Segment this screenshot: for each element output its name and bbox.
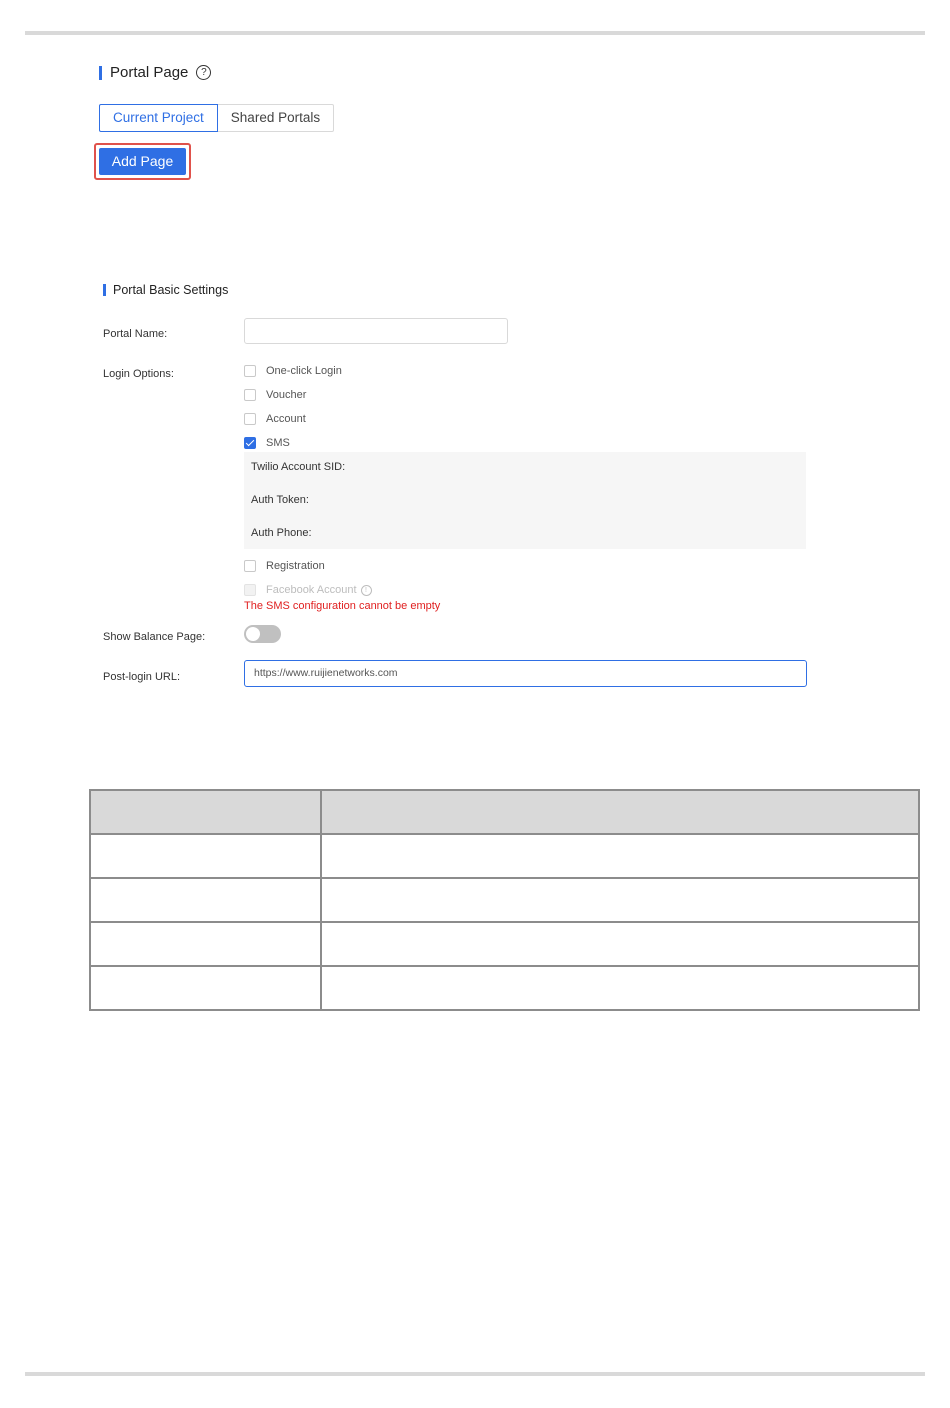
post-login-url-label: Post-login URL: <box>103 671 181 683</box>
portal-basic-settings-heading: Portal Basic Settings <box>103 283 228 297</box>
table-row <box>89 877 920 923</box>
option-registration[interactable]: Registration <box>244 559 325 573</box>
post-login-url-input[interactable]: https://www.ruijienetworks.com <box>244 660 807 687</box>
sms-error-message: The SMS configuration cannot be empty <box>244 600 441 612</box>
toggle-knob <box>246 627 260 641</box>
portal-name-input[interactable] <box>244 318 508 344</box>
table-header-cell <box>320 789 920 835</box>
portal-page-title: Portal Page <box>110 64 189 81</box>
table-cell <box>320 965 920 1011</box>
auth-phone-label: Auth Phone: <box>251 527 312 539</box>
option-label: One-click Login <box>266 365 342 377</box>
option-sms[interactable]: SMS <box>244 436 290 450</box>
account-checkbox[interactable] <box>244 413 256 425</box>
option-label: Voucher <box>266 389 307 401</box>
table-cell <box>89 965 322 1011</box>
heading-accent-bar <box>103 284 106 296</box>
tab-shared-portals[interactable]: Shared Portals <box>217 104 335 132</box>
portal-basic-settings-title: Portal Basic Settings <box>113 283 229 297</box>
heading-accent-bar <box>99 65 102 80</box>
add-page-button[interactable]: Add Page <box>99 148 186 175</box>
option-account[interactable]: Account <box>244 412 306 426</box>
table-header-row <box>89 789 920 835</box>
table-header-cell <box>89 789 322 835</box>
option-one-click-login[interactable]: One-click Login <box>244 364 342 378</box>
option-facebook-account: Facebook Account ! <box>244 583 372 597</box>
facebook-account-checkbox <box>244 584 256 596</box>
show-balance-toggle[interactable] <box>244 625 281 643</box>
portal-page-heading: Portal Page ? <box>99 64 212 81</box>
table-cell <box>89 877 322 923</box>
table-cell <box>320 921 920 967</box>
login-options-label: Login Options: <box>103 368 174 380</box>
table-row <box>89 833 920 879</box>
project-tabs: Current Project Shared Portals <box>99 104 335 132</box>
top-divider <box>25 31 925 35</box>
table-cell <box>89 833 322 879</box>
table-row <box>89 965 920 1011</box>
option-label: Facebook Account <box>266 584 357 596</box>
option-label: Account <box>266 413 306 425</box>
auth-token-label: Auth Token: <box>251 494 309 506</box>
empty-table <box>89 789 920 1011</box>
info-icon[interactable]: ! <box>360 584 372 596</box>
voucher-checkbox[interactable] <box>244 389 256 401</box>
one-click-login-checkbox[interactable] <box>244 365 256 377</box>
table-cell <box>89 921 322 967</box>
sms-config-panel: Twilio Account SID: Auth Token: Auth Pho… <box>244 452 806 549</box>
help-icon[interactable]: ? <box>196 65 212 80</box>
sms-checkbox[interactable] <box>244 437 256 449</box>
option-label: SMS <box>266 437 290 449</box>
bottom-divider <box>25 1372 925 1376</box>
portal-name-label: Portal Name: <box>103 328 168 340</box>
table-cell <box>320 877 920 923</box>
registration-checkbox[interactable] <box>244 560 256 572</box>
twilio-sid-label: Twilio Account SID: <box>251 461 346 473</box>
option-voucher[interactable]: Voucher <box>244 388 306 402</box>
show-balance-label: Show Balance Page: <box>103 631 206 643</box>
table-row <box>89 921 920 967</box>
tab-current-project[interactable]: Current Project <box>99 104 218 132</box>
table-cell <box>320 833 920 879</box>
add-page-highlight: Add Page <box>94 143 191 180</box>
option-label: Registration <box>266 560 325 572</box>
